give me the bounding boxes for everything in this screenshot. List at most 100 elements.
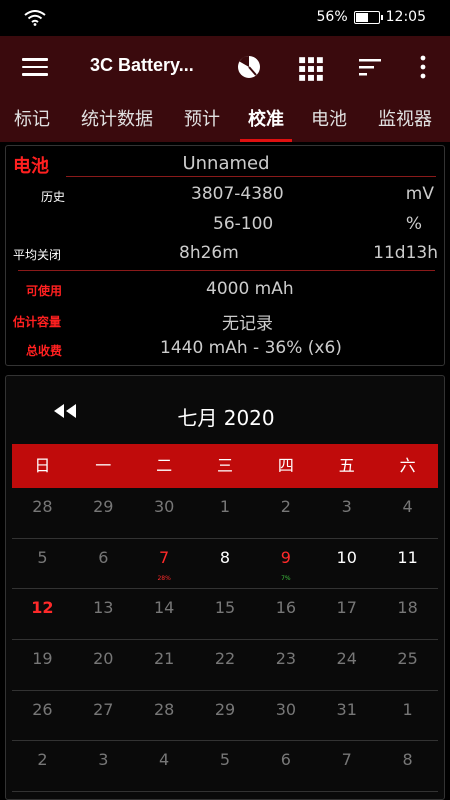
tab-statistics[interactable]: 统计数据 [64, 98, 170, 142]
calendar-week-row: 26 27 28 29 30 31 1 [12, 691, 438, 742]
calendar-day-number: 25 [397, 649, 418, 669]
tab-monitor[interactable]: 监视器 [360, 98, 450, 142]
calendar-day-number: 18 [397, 598, 418, 618]
calendar-day[interactable]: 27 [73, 691, 134, 741]
sort-icon[interactable] [357, 54, 383, 80]
calendar-day-number: 4 [402, 497, 413, 516]
grid-icon[interactable] [298, 56, 324, 82]
calendar-week-row: 19 20 21 22 23 24 25 [12, 640, 438, 691]
calendar-day[interactable]: 4 [134, 741, 195, 791]
calendar-day[interactable]: 18 [377, 589, 438, 639]
calendar-day[interactable]: 13 [73, 589, 134, 639]
calendar-day[interactable]: 31 [316, 691, 377, 741]
calendar-day-charge: 28% [157, 574, 171, 582]
more-vert-icon[interactable] [410, 54, 436, 80]
calendar-day-number: 13 [93, 598, 114, 618]
calendar-day-charge: 7% [281, 574, 291, 582]
calendar-day[interactable]: 29 [195, 691, 256, 741]
usable-value: 4000 mAh [206, 279, 294, 299]
calendar-day[interactable]: 11 [377, 539, 438, 589]
history-mv-value: 3807-4380 [191, 184, 284, 204]
calendar-day[interactable]: 19 [12, 640, 73, 690]
calendar-day-number: 20 [93, 649, 114, 669]
calendar-day[interactable]: 24 [316, 640, 377, 690]
weekday-thu: 四 [277, 456, 294, 475]
calendar-day-number: 28 [153, 699, 175, 719]
divider [66, 176, 436, 177]
calendar-day[interactable]: 28 [12, 488, 73, 538]
calendar-day-number: 3 [98, 750, 109, 770]
calendar-day-number: 2 [280, 497, 291, 516]
calendar-day[interactable]: 7 28% [134, 539, 195, 589]
weekday-sun: 日 [34, 456, 51, 475]
calendar-day[interactable]: 5 [12, 539, 73, 589]
calendar-day[interactable]: 20 [73, 640, 134, 690]
device-name[interactable]: Unnamed [6, 153, 446, 174]
calendar-day[interactable]: 12 [12, 589, 73, 639]
calendar-day[interactable]: 17 [316, 589, 377, 639]
calendar-grid: 28 29 30 1 2 3 4 5 6 7 28% 8 9 7% 10 11 12 13 14 15 16 17 18 19… [12, 488, 438, 793]
calendar-day[interactable]: 3 [73, 741, 134, 791]
calendar-day-number: 29 [93, 497, 114, 516]
tab-marks[interactable]: 标记 [0, 98, 64, 142]
calendar-day-number: 28 [32, 497, 53, 516]
calendar-day[interactable]: 30 [255, 691, 316, 741]
calendar-day-number: 26 [32, 699, 53, 719]
calendar-day[interactable]: 14 [134, 589, 195, 639]
clock: 12:05 [385, 9, 426, 25]
calendar-day[interactable]: 29 [73, 488, 134, 538]
history-pct-unit: % [405, 214, 422, 234]
calendar-day-number: 9 [280, 547, 291, 567]
calendar-day-number: 6 [98, 547, 109, 567]
calendar-day[interactable]: 23 [255, 640, 316, 690]
calendar-day-number: 1 [219, 497, 231, 516]
calendar-day-number: 1 [402, 699, 413, 719]
calendar-day[interactable]: 3 [316, 488, 377, 538]
calendar-day-number: 7 [159, 547, 170, 567]
calendar-day[interactable]: 6 [255, 741, 316, 791]
calendar-day-number: 2 [37, 750, 48, 770]
calendar-day-number: 8 [219, 547, 231, 567]
battery-icon [353, 10, 383, 24]
calendar-day[interactable]: 5 [195, 741, 256, 791]
calendar-day[interactable]: 2 [255, 488, 316, 538]
calendar-day[interactable]: 2 [12, 741, 73, 791]
calendar-day-number: 27 [93, 699, 114, 719]
calendar-day[interactable]: 25 [377, 640, 438, 690]
calendar-day[interactable]: 9 7% [255, 539, 316, 589]
calendar-day-number: 10 [336, 547, 357, 567]
calendar-week-row: 28 29 30 1 2 3 4 [12, 488, 438, 539]
calendar-day[interactable]: 21 [134, 640, 195, 690]
tab-calibrate[interactable]: 校准 [238, 98, 294, 142]
menu-icon[interactable] [22, 58, 48, 76]
tab-estimate[interactable]: 预计 [170, 98, 234, 142]
total-charge-value: 1440 mAh - 36% (x6) [160, 338, 342, 358]
calendar-day-number: 30 [153, 497, 175, 516]
calendar-day[interactable]: 30 [134, 488, 195, 538]
calendar-day[interactable]: 7 [316, 741, 377, 791]
weekday-fri: 五 [338, 456, 355, 475]
calendar-day[interactable]: 1 [377, 691, 438, 741]
calendar-day[interactable]: 28 [134, 691, 195, 741]
pie-chart-icon[interactable] [236, 54, 262, 80]
calendar-day[interactable]: 15 [195, 589, 256, 639]
calendar-day-number: 14 [153, 598, 175, 618]
tab-battery[interactable]: 电池 [298, 98, 360, 142]
calendar-day[interactable]: 6 [73, 539, 134, 589]
calendar-day[interactable]: 8 [377, 741, 438, 791]
total-charge-label: 总收费 [26, 344, 63, 358]
calendar-day[interactable]: 8 [195, 539, 256, 589]
battery-info-card: 电池 Unnamed 历史 3807-4380 mV 56-100 % 平均关闭… [5, 145, 445, 366]
usable-label: 可使用 [26, 284, 63, 298]
calendar-day-number: 4 [159, 750, 170, 770]
calendar-day[interactable]: 26 [12, 691, 73, 741]
weekday-tue: 二 [156, 456, 173, 475]
weekday-header: 日 一 二 三 四 五 六 [12, 444, 438, 488]
calendar-day-number: 30 [275, 699, 297, 719]
calendar-day[interactable]: 10 [316, 539, 377, 589]
calendar-day[interactable]: 4 [377, 488, 438, 538]
calendar-day[interactable]: 16 [255, 589, 316, 639]
calendar-day[interactable]: 1 [195, 488, 256, 538]
calendar-day[interactable]: 22 [195, 640, 256, 690]
history-pct-value: 56-100 [213, 214, 274, 234]
